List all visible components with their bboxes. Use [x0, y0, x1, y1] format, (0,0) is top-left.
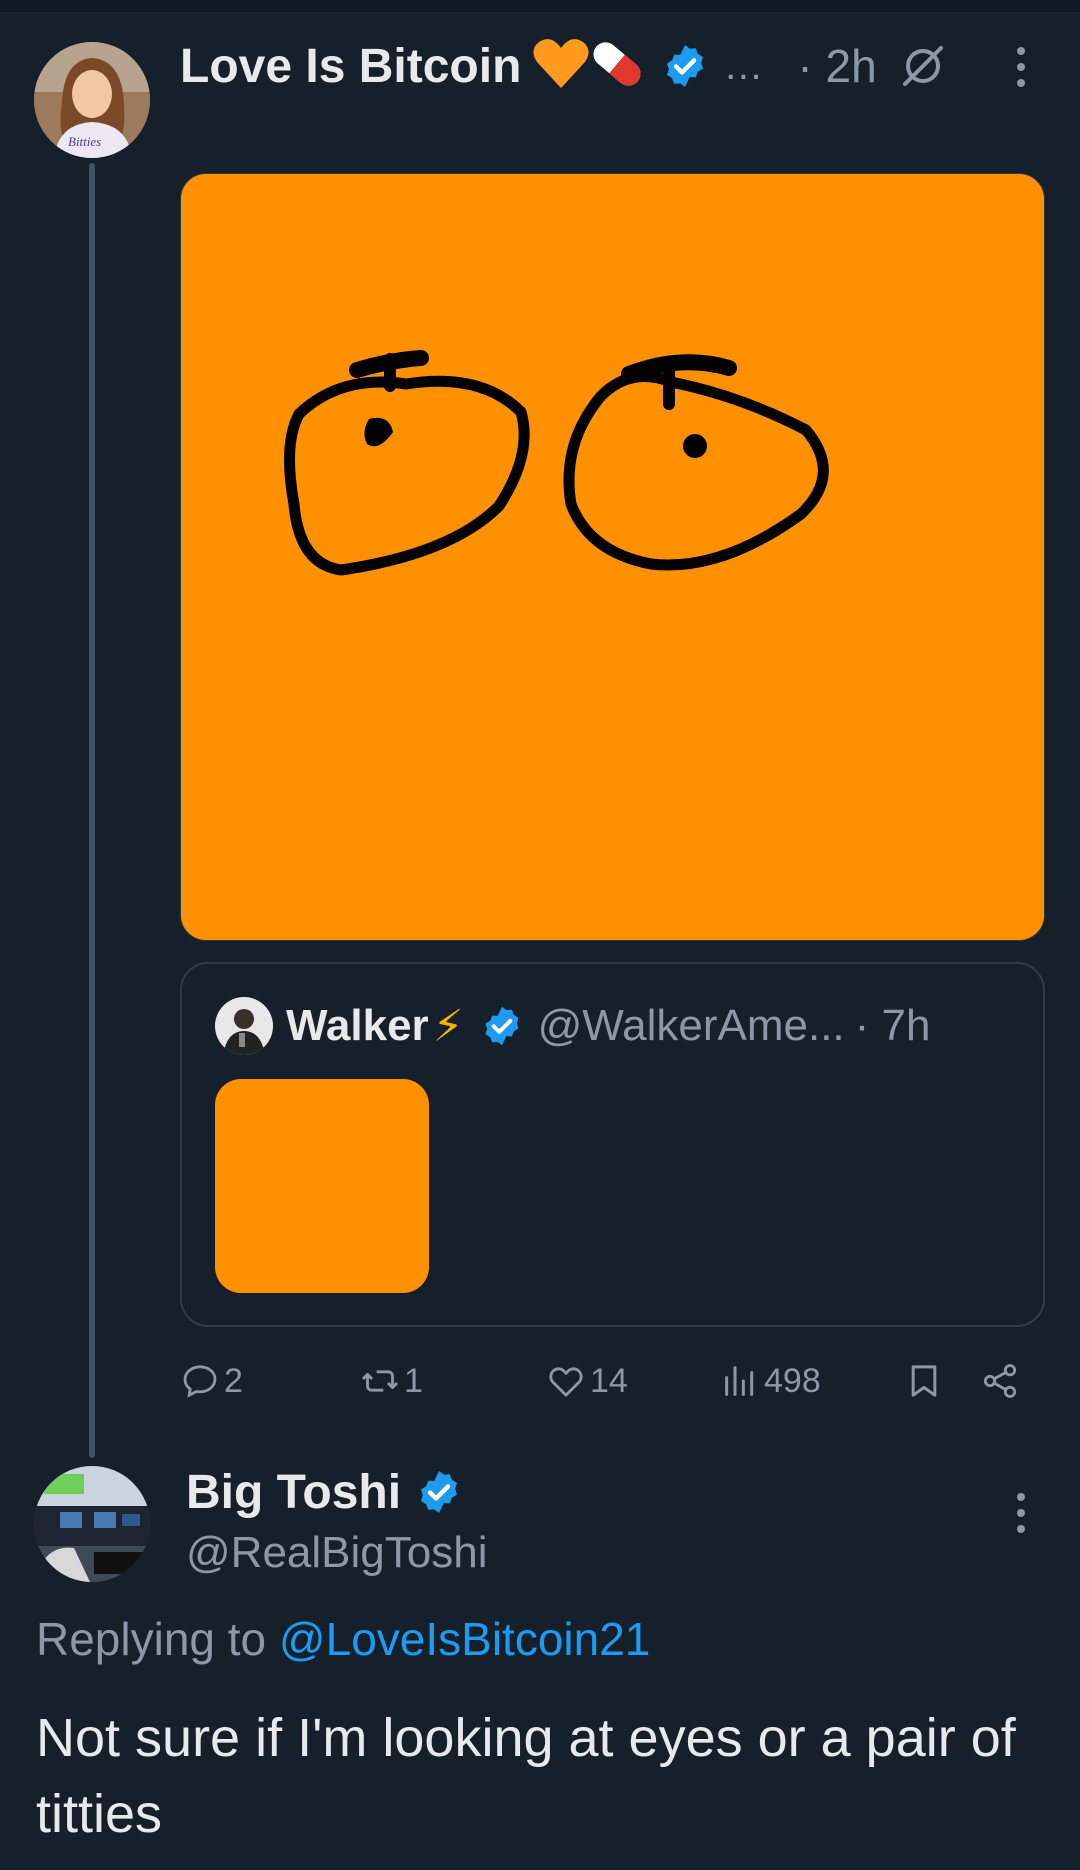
- reply-author-handle[interactable]: @RealBigToshi: [186, 1528, 487, 1578]
- quoted-media-thumbnail[interactable]: [215, 1079, 429, 1293]
- orange-heart-icon: [533, 38, 589, 88]
- avatar-portrait-icon: Bitties: [34, 42, 150, 158]
- tweet-thread: Bitties Love Is Bitcoin … · 2h Walker ⚡ …: [0, 0, 1080, 1870]
- quoted-author-name[interactable]: Walker: [286, 1001, 429, 1051]
- avatar-shirt-text: Bitties: [68, 134, 101, 149]
- action-bar: 2 1 14 498: [180, 1356, 1030, 1406]
- name-truncation: …: [723, 43, 764, 88]
- like-button[interactable]: 14: [546, 1356, 628, 1406]
- share-icon: [983, 1364, 1017, 1398]
- reply-header: Big Toshi @RealBigToshi: [186, 1462, 487, 1578]
- views-chart-icon: [725, 1366, 754, 1396]
- cockpit-photo-icon: [34, 1466, 150, 1582]
- grok-icon[interactable]: [899, 42, 947, 90]
- verified-badge-icon: [485, 1006, 519, 1046]
- reply-text: Not sure if I'm looking at eyes or a pai…: [36, 1708, 1016, 1844]
- reply-icon: [183, 1365, 217, 1398]
- bookmark-icon: [911, 1365, 937, 1397]
- reply-count: 2: [224, 1361, 243, 1400]
- reply-author-name[interactable]: Big Toshi: [186, 1465, 401, 1520]
- pill-icon: [593, 41, 641, 86]
- top-divider: [0, 0, 1080, 12]
- reply-avatar[interactable]: [34, 1466, 150, 1582]
- bookmark-button[interactable]: [904, 1356, 944, 1406]
- post-media-image[interactable]: [180, 173, 1045, 941]
- quoted-tweet-header: Walker ⚡ @WalkerAme... · 7h: [286, 996, 930, 1056]
- post-time[interactable]: · 2h: [797, 39, 876, 93]
- quoted-time: · 7h: [854, 1001, 931, 1050]
- author-emoji: [531, 34, 649, 99]
- quoted-avatar[interactable]: [215, 997, 273, 1055]
- replying-to-line: Replying to @LoveIsBitcoin21: [36, 1612, 650, 1666]
- quoted-avatar-portrait-icon: [215, 997, 273, 1055]
- share-button[interactable]: [980, 1356, 1020, 1406]
- heart-icon: [549, 1367, 583, 1397]
- drawn-circles-image: [284, 350, 829, 576]
- quoted-author-handle[interactable]: @WalkerAme...: [538, 1001, 845, 1051]
- avatar[interactable]: Bitties: [34, 42, 150, 158]
- like-count: 14: [590, 1361, 628, 1400]
- replying-to-label: Replying to: [36, 1613, 279, 1665]
- lightning-emoji: ⚡: [432, 1001, 464, 1051]
- repost-icon: [361, 1370, 399, 1392]
- thread-connector-line: [89, 163, 95, 1458]
- reply-button[interactable]: 2: [180, 1356, 243, 1406]
- repost-count: 1: [404, 1361, 423, 1400]
- post-header: Love Is Bitcoin … · 2h: [180, 34, 947, 98]
- view-count: 498: [764, 1361, 821, 1400]
- more-options-icon[interactable]: [1012, 44, 1030, 90]
- views-button[interactable]: 498: [720, 1356, 821, 1406]
- replying-to-link[interactable]: @LoveIsBitcoin21: [279, 1613, 650, 1665]
- more-options-icon[interactable]: [1012, 1490, 1030, 1536]
- repost-button[interactable]: 1: [360, 1356, 423, 1406]
- author-name[interactable]: Love Is Bitcoin: [180, 39, 521, 94]
- verified-badge-icon: [421, 1471, 458, 1513]
- verified-badge-icon: [667, 45, 704, 87]
